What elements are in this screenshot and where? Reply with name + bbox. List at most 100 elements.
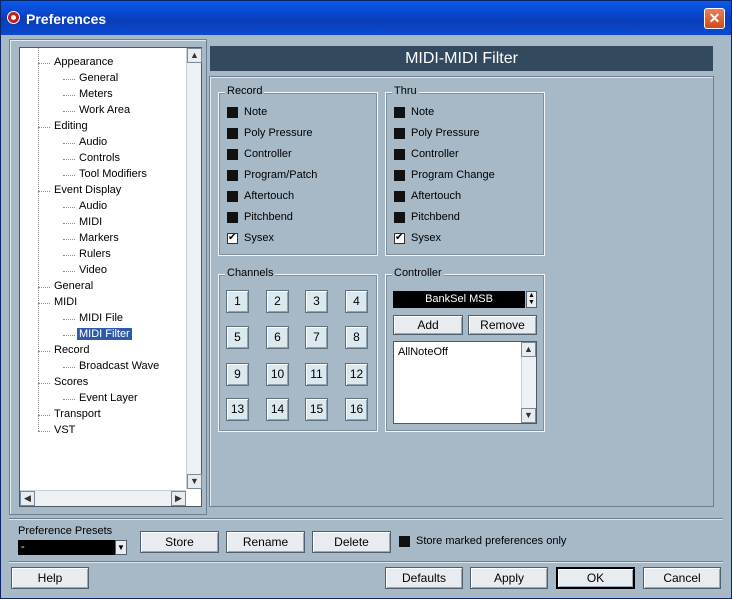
- channel-button[interactable]: 3: [305, 290, 328, 313]
- thru-filter-option[interactable]: Aftertouch: [394, 190, 534, 204]
- thru-checkbox[interactable]: [394, 128, 405, 139]
- tree-item[interactable]: Audio: [79, 136, 107, 148]
- scroll-right-button[interactable]: ▶: [171, 491, 186, 506]
- tree-category[interactable]: Appearance: [54, 56, 113, 68]
- store-marked-checkbox-row[interactable]: Store marked preferences only: [399, 535, 599, 549]
- tree-category[interactable]: Record: [54, 344, 89, 356]
- thru-filter-option[interactable]: Controller: [394, 148, 534, 162]
- tree-item[interactable]: MIDI File: [79, 312, 123, 324]
- channel-button[interactable]: 11: [305, 363, 328, 386]
- thru-filter-option[interactable]: Sysex: [394, 232, 534, 246]
- tree-vertical-scrollbar[interactable]: ▲ ▼: [186, 48, 202, 489]
- tree-item[interactable]: Audio: [79, 200, 107, 212]
- rename-button[interactable]: Rename: [226, 531, 305, 553]
- channel-button[interactable]: 10: [266, 363, 289, 386]
- remove-controller-button[interactable]: Remove: [468, 315, 537, 335]
- channel-button[interactable]: 16: [345, 398, 368, 421]
- help-button[interactable]: Help: [11, 567, 89, 589]
- apply-button[interactable]: Apply: [470, 567, 548, 589]
- channel-button[interactable]: 14: [266, 398, 289, 421]
- thru-checkbox[interactable]: [394, 212, 405, 223]
- tree-category[interactable]: MIDI: [54, 296, 77, 308]
- add-controller-button[interactable]: Add: [393, 315, 463, 335]
- record-checkbox[interactable]: [227, 170, 238, 181]
- record-filter-option[interactable]: Poly Pressure: [227, 127, 367, 141]
- channel-button[interactable]: 7: [305, 326, 328, 349]
- thru-filter-option[interactable]: Poly Pressure: [394, 127, 534, 141]
- tree-item[interactable]: Rulers: [79, 248, 111, 260]
- tree-category[interactable]: VST: [54, 424, 75, 436]
- thru-checkbox[interactable]: [394, 191, 405, 202]
- close-button[interactable]: ✕: [704, 8, 725, 29]
- channel-button[interactable]: 8: [345, 326, 368, 349]
- record-checkbox[interactable]: [227, 232, 238, 244]
- controller-list-scrollbar[interactable]: ▲ ▼: [521, 342, 536, 423]
- tree-item[interactable]: Markers: [79, 232, 119, 244]
- channel-button[interactable]: 1: [226, 290, 249, 313]
- tree-item[interactable]: Work Area: [79, 104, 130, 116]
- tree-category[interactable]: Transport: [54, 408, 101, 420]
- tree-item[interactable]: MIDI Filter: [77, 328, 132, 340]
- tree-item[interactable]: Meters: [79, 88, 113, 100]
- tree-category[interactable]: Event Display: [54, 184, 121, 196]
- channel-button[interactable]: 6: [266, 326, 289, 349]
- cancel-button[interactable]: Cancel: [643, 567, 721, 589]
- delete-button[interactable]: Delete: [312, 531, 391, 553]
- ok-button[interactable]: OK: [556, 567, 635, 589]
- scroll-left-button[interactable]: ◀: [20, 491, 35, 506]
- tree-item[interactable]: Broadcast Wave: [79, 360, 159, 372]
- channel-button[interactable]: 15: [305, 398, 328, 421]
- controller-select[interactable]: BankSel MSB: [393, 291, 525, 308]
- tree-item[interactable]: Video: [79, 264, 107, 276]
- thru-checkbox[interactable]: [394, 170, 405, 181]
- scroll-down-button[interactable]: ▼: [187, 474, 202, 489]
- record-filter-option[interactable]: Controller: [227, 148, 367, 162]
- presets-select[interactable]: -: [18, 540, 115, 555]
- list-scroll-down-button[interactable]: ▼: [521, 408, 536, 423]
- thru-filter-option[interactable]: Pitchbend: [394, 211, 534, 225]
- channel-button[interactable]: 2: [266, 290, 289, 313]
- record-checkbox[interactable]: [227, 212, 238, 223]
- window-title: Preferences: [26, 11, 107, 27]
- tree-category[interactable]: Editing: [54, 120, 88, 132]
- record-filter-option[interactable]: Program/Patch: [227, 169, 367, 183]
- tree-item[interactable]: Tool Modifiers: [79, 168, 147, 180]
- thru-checkbox[interactable]: [394, 232, 405, 244]
- presets-dropdown-button[interactable]: ▼: [115, 540, 127, 555]
- channel-button[interactable]: 12: [345, 363, 368, 386]
- record-filter-option[interactable]: Sysex: [227, 232, 367, 246]
- tree-item[interactable]: General: [79, 72, 118, 84]
- title-bar[interactable]: Preferences ✕: [1, 1, 731, 35]
- channel-button[interactable]: 4: [345, 290, 368, 313]
- scroll-up-button[interactable]: ▲: [187, 48, 202, 63]
- tree-item[interactable]: MIDI: [79, 216, 102, 228]
- record-checkbox[interactable]: [227, 107, 238, 118]
- store-button[interactable]: Store: [140, 531, 219, 553]
- record-checkbox[interactable]: [227, 149, 238, 160]
- add-controller-label: Add: [417, 318, 439, 332]
- thru-checkbox[interactable]: [394, 149, 405, 160]
- channel-button[interactable]: 13: [226, 398, 249, 421]
- record-filter-option[interactable]: Pitchbend: [227, 211, 367, 225]
- record-checkbox[interactable]: [227, 191, 238, 202]
- tree-item[interactable]: Controls: [79, 152, 120, 164]
- tree-category[interactable]: Scores: [54, 376, 88, 388]
- thru-checkbox[interactable]: [394, 107, 405, 118]
- thru-filter-option[interactable]: Program Change: [394, 169, 534, 183]
- controller-list-item[interactable]: AllNoteOff: [398, 346, 448, 360]
- record-filter-option[interactable]: Note: [227, 106, 367, 120]
- tree-horizontal-scrollbar[interactable]: ◀ ▶: [20, 490, 186, 506]
- list-scroll-up-button[interactable]: ▲: [521, 342, 536, 357]
- tree-item[interactable]: Event Layer: [79, 392, 138, 404]
- controller-list[interactable]: AllNoteOff ▲ ▼: [393, 341, 537, 424]
- record-filter-option[interactable]: Aftertouch: [227, 190, 367, 204]
- record-checkbox[interactable]: [227, 128, 238, 139]
- thru-filter-option[interactable]: Note: [394, 106, 534, 120]
- tree-category[interactable]: General: [54, 280, 93, 292]
- preferences-tree[interactable]: ▲ ▼ ◀ ▶ Appearance General Meters Work Area…: [19, 47, 202, 507]
- defaults-button[interactable]: Defaults: [385, 567, 463, 589]
- channel-button[interactable]: 5: [226, 326, 249, 349]
- controller-spinner[interactable]: ▲ ▼: [526, 291, 537, 308]
- channel-button[interactable]: 9: [226, 363, 249, 386]
- store-marked-checkbox[interactable]: [399, 536, 410, 547]
